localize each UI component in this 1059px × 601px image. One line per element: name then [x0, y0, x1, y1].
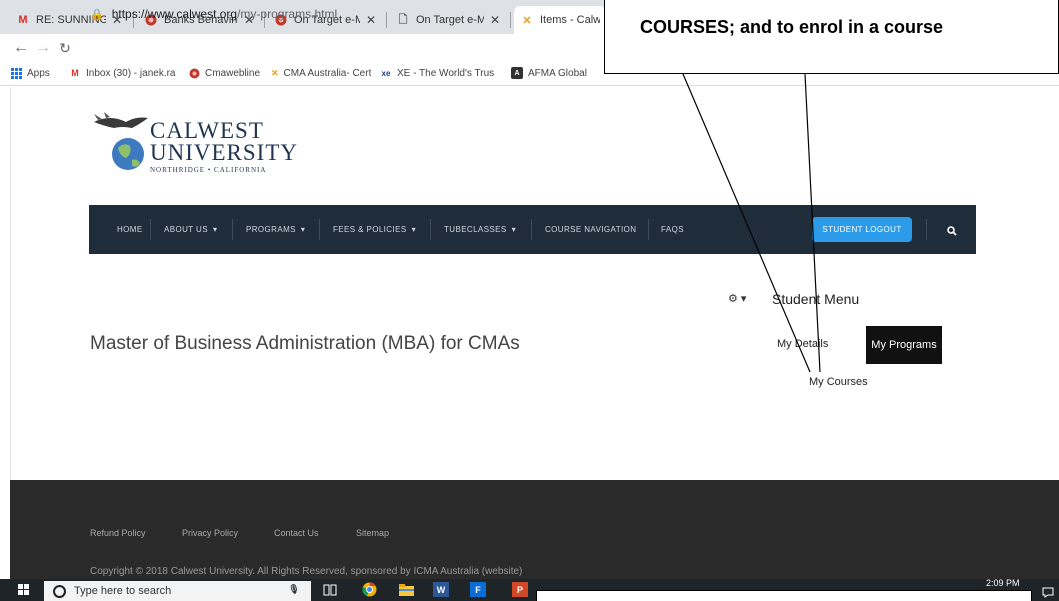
file-explorer-icon[interactable] — [398, 582, 414, 597]
nav-tubeclasses[interactable]: TUBECLASSES ▾ — [444, 205, 516, 254]
caret-down-icon: ▾ — [212, 225, 218, 234]
nav-programs[interactable]: PROGRAMS ▾ — [246, 205, 305, 254]
annotation-overlay-box — [536, 590, 1032, 601]
gmail-icon: M — [18, 14, 28, 26]
nav-divider — [926, 219, 927, 240]
reload-icon[interactable]: ↻ — [54, 37, 76, 59]
student-logout-button[interactable]: STUDENT LOGOUT — [812, 217, 912, 242]
url-field[interactable]: 🔒 https://www.calwest.org/my-programs.ht… — [90, 4, 337, 24]
nav-divider — [319, 219, 320, 240]
annotation-callout-text: COURSES; and to enrol in a course — [640, 17, 944, 37]
cma-icon: ✕ — [522, 14, 532, 27]
bookmark-afma[interactable]: A AFMA Global — [511, 67, 587, 79]
close-tab-icon[interactable]: ✕ — [490, 13, 500, 27]
powerpoint-icon[interactable]: P — [512, 582, 528, 597]
nav-divider — [648, 219, 649, 240]
program-title: Master of Business Administration (MBA) … — [90, 333, 520, 354]
page-icon: 🗋 — [398, 13, 408, 26]
apps-grid-icon — [10, 67, 22, 79]
bookmark-inbox[interactable]: M Inbox (30) - janek.ra — [69, 67, 179, 79]
nav-home[interactable]: HOME — [117, 205, 143, 254]
my-details-link[interactable]: My Details — [777, 338, 828, 350]
caret-down-icon: ▾ — [300, 225, 306, 234]
bookmark-xe[interactable]: xe XE - The World's Trus — [380, 67, 498, 79]
my-courses-link[interactable]: My Courses — [809, 376, 868, 388]
my-programs-button[interactable]: My Programs — [866, 326, 942, 364]
nav-divider — [232, 219, 233, 240]
word-icon[interactable]: W — [433, 582, 449, 597]
bookmark-cma-australia[interactable]: ✕ CMA Australia- Certi — [271, 67, 371, 79]
action-center-icon[interactable] — [1040, 584, 1056, 599]
nav-about-us[interactable]: ABOUT US ▾ — [164, 205, 217, 254]
url-domain: https://www.calwest.org — [111, 7, 238, 21]
close-tab-icon[interactable]: ✕ — [366, 13, 376, 27]
gmail-icon: M — [71, 68, 79, 78]
taskbar-search-input[interactable]: Type here to search — [44, 581, 311, 601]
nav-divider — [430, 219, 431, 240]
nav-divider — [531, 219, 532, 240]
chrome-icon[interactable] — [361, 582, 377, 597]
copyright-text: Copyright © 2018 Calwest University. All… — [90, 566, 523, 577]
task-view-icon[interactable] — [322, 582, 338, 597]
nav-divider — [150, 219, 151, 240]
red-circle-icon — [188, 67, 200, 79]
lock-icon: 🔒 — [90, 8, 104, 21]
taskbar-clock: 2:09 PM — [986, 578, 1020, 588]
footer-link-contact-us[interactable]: Contact Us — [274, 528, 319, 538]
flipboard-icon[interactable]: F — [470, 582, 486, 597]
nav-faqs[interactable]: FAQS — [661, 205, 684, 254]
browser-tab[interactable]: 🗋 On Target e-Mag ✕ — [390, 6, 506, 34]
screen: { "browser": { "tabs": [ {"label": "RE: … — [0, 0, 1059, 601]
microphone-icon[interactable]: 🎙 — [286, 582, 302, 597]
university-name: CALWEST UNIVERSITY NORTHRIDGE • CALIFORN… — [150, 118, 298, 174]
cortana-search-icon — [53, 584, 66, 598]
nav-course-navigation[interactable]: COURSE NAVIGATION — [545, 205, 636, 254]
gear-icon[interactable]: ⚙ ▾ — [728, 292, 746, 305]
site-footer — [10, 480, 1059, 579]
footer-link-refund-policy[interactable]: Refund Policy — [90, 528, 146, 538]
footer-link-sitemap[interactable]: Sitemap — [356, 528, 389, 538]
search-icon[interactable] — [937, 218, 967, 243]
forward-arrow-icon[interactable]: → — [32, 37, 54, 59]
windows-start-icon[interactable] — [18, 584, 29, 595]
browser-tab-active[interactable]: ✕ Items - Calwes — [514, 6, 606, 34]
caret-down-icon: ▾ — [511, 225, 517, 234]
student-menu-title: Student Menu — [772, 291, 860, 307]
url-path: /my-programs.html — [237, 7, 338, 21]
bookmark-apps[interactable]: Apps — [10, 67, 50, 79]
footer-link-privacy-policy[interactable]: Privacy Policy — [182, 528, 238, 538]
xe-icon: xe — [381, 68, 391, 78]
bookmark-cmawebline[interactable]: Cmawebline — [188, 67, 260, 79]
tab-divider — [386, 12, 387, 28]
afma-icon: A — [511, 67, 523, 79]
back-arrow-icon[interactable]: ← — [10, 37, 32, 59]
tab-divider — [510, 12, 511, 28]
cma-icon: ✕ — [271, 67, 279, 78]
caret-down-icon: ▾ — [411, 225, 416, 234]
nav-fees-policies[interactable]: FEES & POLICIES ▾ — [333, 205, 416, 254]
